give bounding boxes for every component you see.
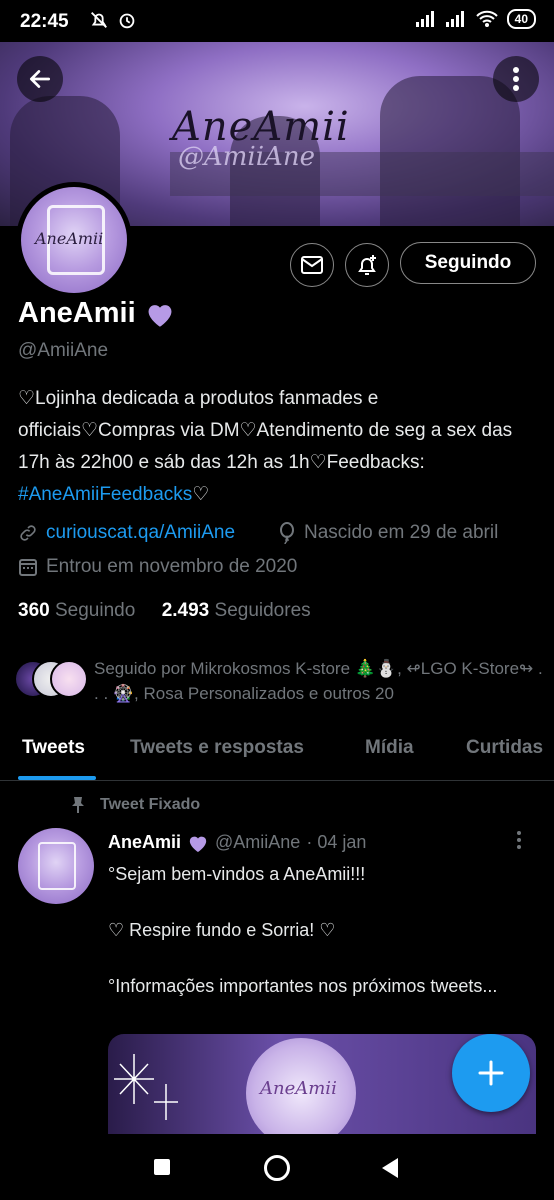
- media-logo: AneAmii: [260, 1078, 337, 1099]
- link-icon: [20, 525, 36, 541]
- balloon-icon: [280, 522, 294, 544]
- tab-likes[interactable]: Curtidas: [466, 737, 543, 759]
- more-vertical-icon: [513, 67, 519, 91]
- plus-icon: [478, 1060, 504, 1086]
- tweet-author[interactable]: AneAmii: [108, 832, 181, 853]
- status-right-icons: 40: [415, 9, 536, 29]
- purple-heart-icon: [189, 836, 207, 852]
- followed-by-text: Seguido por Mikrokosmos K-store 🎄⛄, ↫LGO…: [94, 659, 543, 703]
- avatar-logo: AneAmii: [35, 229, 104, 248]
- tweet-date: · 04 jan: [306, 832, 367, 852]
- arrow-left-icon: [29, 70, 51, 88]
- profile-joined: Entrou em novembro de 2020: [46, 556, 298, 577]
- message-button[interactable]: [290, 243, 334, 287]
- bio-hashtag[interactable]: #AneAmiiFeedbacks: [18, 484, 192, 505]
- profile-avatar[interactable]: AneAmii: [16, 182, 132, 298]
- battery-indicator: 40: [506, 9, 536, 29]
- signal-icon-2: [445, 11, 464, 27]
- profile-name-row: AneAmii: [18, 297, 176, 330]
- more-options-button[interactable]: [493, 56, 539, 102]
- more-vertical-icon: [517, 831, 521, 849]
- bio-end: ♡: [192, 484, 210, 505]
- following-link[interactable]: 360 Seguindo: [18, 600, 135, 621]
- tab-tweets-replies[interactable]: Tweets e respostas: [130, 737, 304, 759]
- media-moon: AneAmii: [246, 1038, 356, 1134]
- profile-bio: ♡Lojinha dedicada a produtos fanmades e …: [18, 383, 538, 511]
- banner-logo-sub: @AmiiAne: [178, 142, 315, 172]
- back-button[interactable]: [17, 56, 63, 102]
- bell-plus-icon: [358, 255, 376, 275]
- avatar-image: AneAmii: [21, 187, 127, 293]
- followers-link[interactable]: 2.493 Seguidores: [162, 600, 311, 621]
- follower-avatar: [50, 660, 88, 698]
- active-tab-indicator: [18, 776, 96, 780]
- pinned-label: Tweet Fixado: [100, 796, 201, 813]
- profile-link-row: curiouscat.qa/AmiiAne: [18, 522, 235, 544]
- profile-tabs: Tweets Tweets e respostas Mídia Curtidas: [0, 720, 554, 781]
- alarm-icon: [119, 13, 135, 29]
- following-count: 360: [18, 600, 50, 621]
- status-left-icons: [88, 9, 138, 31]
- pin-icon: [72, 797, 84, 813]
- following-label: Seguindo: [54, 600, 136, 621]
- profile-birthday-row: Nascido em 29 de abril: [278, 522, 498, 544]
- profile-birthday: Nascido em 29 de abril: [304, 522, 499, 543]
- back-nav-button[interactable]: [382, 1158, 398, 1178]
- tab-media[interactable]: Mídia: [365, 737, 414, 759]
- recents-button[interactable]: [154, 1159, 170, 1175]
- bio-text: ♡Lojinha dedicada a produtos fanmades e …: [18, 388, 513, 473]
- tweet-text: °Sejam bem-vindos a AneAmii!!! ♡ Respire…: [108, 864, 498, 996]
- status-time: 22:45: [20, 11, 69, 32]
- following-button[interactable]: Seguindo: [400, 242, 536, 284]
- wifi-icon: [475, 10, 498, 27]
- tweet-avatar[interactable]: [18, 828, 94, 904]
- tweet-more-button[interactable]: [516, 830, 522, 855]
- status-bar: 22:45 40: [0, 0, 554, 42]
- mail-icon: [301, 256, 323, 274]
- tweet-handle: @AmiiAne: [215, 832, 301, 852]
- signal-icon: [415, 11, 434, 27]
- tab-tweets[interactable]: Tweets: [22, 737, 85, 759]
- profile-name: AneAmii: [18, 297, 136, 329]
- purple-heart-icon: [148, 304, 172, 327]
- tweet-avatar-frame: [38, 842, 76, 890]
- compose-tweet-button[interactable]: [452, 1034, 530, 1112]
- calendar-icon: [19, 559, 37, 576]
- banner-silhouette: [380, 76, 520, 226]
- bell-off-icon: [91, 12, 107, 28]
- profile-joined-row: Entrou em novembro de 2020: [18, 556, 297, 578]
- sparkle-icon: [114, 1054, 178, 1120]
- notifications-button[interactable]: [345, 243, 389, 287]
- profile-link[interactable]: curiouscat.qa/AmiiAne: [46, 522, 235, 544]
- home-button[interactable]: [264, 1155, 290, 1181]
- pinned-label-row: Tweet Fixado: [70, 796, 200, 814]
- profile-counts: 360 Seguindo 2.493 Seguidores: [18, 600, 311, 622]
- followers-count: 2.493: [161, 600, 210, 621]
- tweet-header: AneAmii @AmiiAne · 04 jan: [108, 832, 366, 853]
- profile-handle: @AmiiAne: [18, 340, 109, 361]
- followers-label: Seguidores: [214, 600, 311, 621]
